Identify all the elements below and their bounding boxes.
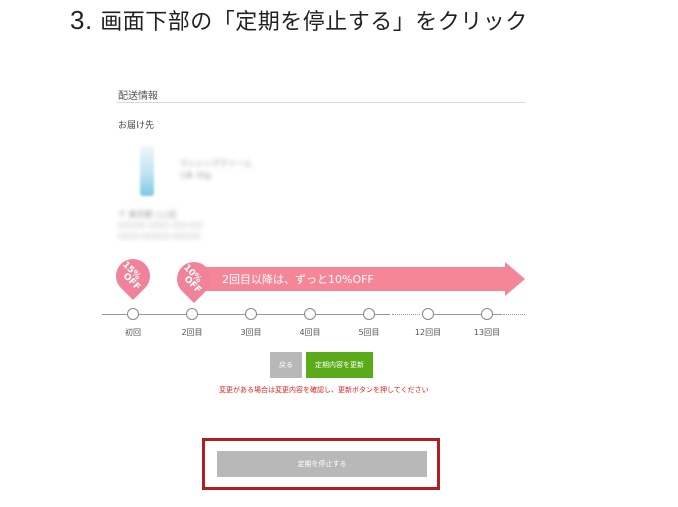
timeline-dot (422, 308, 434, 320)
step-number: 3. (70, 5, 93, 35)
delivery-section-title: 配送情報 (118, 91, 158, 102)
section-divider (117, 102, 525, 103)
campaign-banner-text: 2回目以降は、ずっと10%OFF (222, 273, 374, 286)
destination-label: お届け先 (118, 121, 155, 131)
timeline-dot (304, 308, 316, 320)
address-line-2: ○○○○ ○○○ ○○-○○ (118, 220, 203, 229)
product-name: ウレシングクリーム (180, 159, 252, 168)
timeline-gap (392, 314, 420, 316)
campaign-arrow-head (505, 262, 525, 296)
back-button[interactable]: 戻る (270, 352, 302, 378)
timeline-dot (481, 308, 493, 320)
timeline-dot (363, 308, 375, 320)
product-image (140, 146, 154, 196)
second-discount-badge: 10% OFF (169, 254, 219, 304)
timeline-continue (503, 314, 525, 316)
update-subscription-button[interactable]: 定期内容を更新 (306, 352, 373, 378)
timeline-label: 2回目 (181, 328, 203, 337)
step-title: 3. 画面下部の「定期を停止する」をクリック (70, 4, 528, 36)
step-instruction: 画面下部の「定期を停止する」をクリック (100, 10, 528, 35)
stop-subscription-button[interactable]: 定期を停止する (217, 451, 427, 477)
first-discount-badge: 15% OFF (108, 251, 158, 301)
timeline-label: 初回 (125, 328, 141, 337)
timeline-dot (186, 308, 198, 320)
timeline-dot (245, 308, 257, 320)
timeline-label: 4回目 (299, 328, 321, 337)
update-notice: 変更がある場合は変更内容を確認し、更新ボタンを押してください (219, 386, 429, 394)
address-line-1: 〒 東京都 ○○区 (118, 210, 178, 219)
timeline-dot (127, 308, 139, 320)
timeline-label: 12回目 (414, 328, 442, 337)
product-detail: 1本 30g (180, 171, 211, 180)
timeline-label: 13回目 (473, 328, 501, 337)
timeline-label: 5回目 (358, 328, 380, 337)
timeline-label: 3回目 (240, 328, 262, 337)
address-line-3: ○○○-○○○○-○○○○ (118, 231, 201, 240)
